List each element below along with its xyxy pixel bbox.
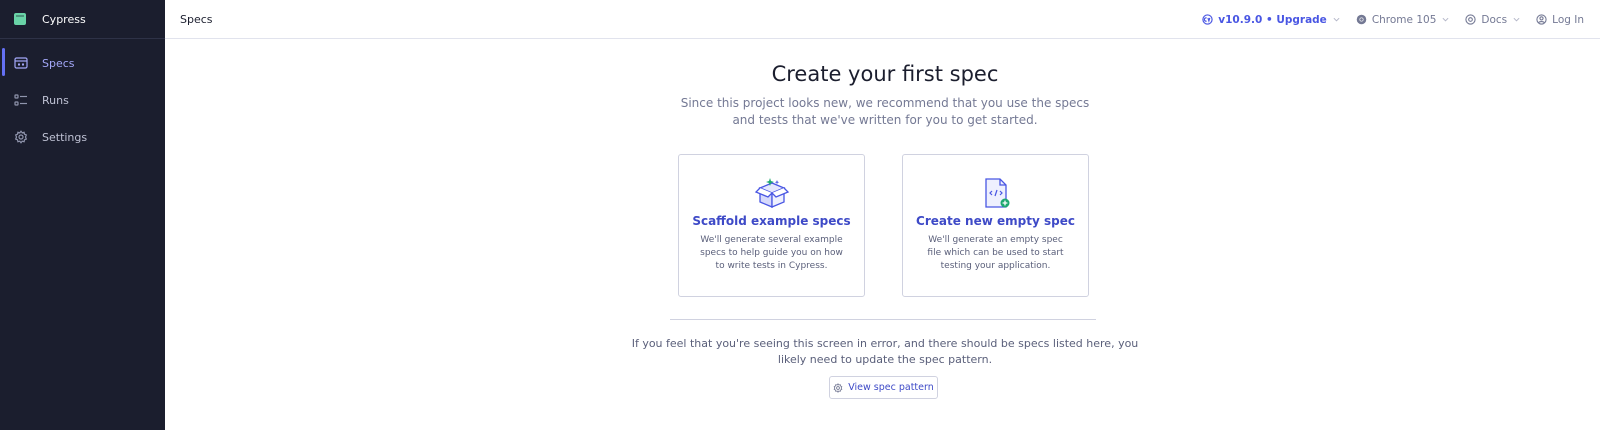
- card-description: We'll generate an empty spec file which …: [927, 235, 1064, 271]
- login-button[interactable]: Log In: [1536, 14, 1584, 26]
- chevron-down-icon: [1333, 17, 1340, 22]
- card-title: Create new empty spec: [916, 214, 1075, 228]
- card-title: Scaffold example specs: [692, 214, 851, 228]
- new-file-icon: [985, 178, 1010, 208]
- sidebar-item-label: Runs: [42, 93, 69, 107]
- sidebar-item-settings[interactable]: Settings: [0, 124, 165, 150]
- cypress-version-icon: [1202, 14, 1213, 25]
- spec-pattern-hint: If you feel that you're seeing this scre…: [631, 337, 1139, 366]
- sidebar-item-label: Settings: [42, 130, 88, 144]
- card-description: We'll generate several example specs to …: [700, 235, 843, 271]
- create-new-empty-spec-card[interactable]: Create new empty spec We'll generate an …: [902, 154, 1089, 297]
- box-icon: [754, 178, 790, 208]
- view-spec-pattern-label: View spec pattern: [848, 382, 934, 393]
- browser-select-button[interactable]: Chrome 105: [1356, 14, 1450, 26]
- docs-icon: [1465, 14, 1477, 25]
- sidebar-nav: Specs Runs Settings: [0, 39, 165, 150]
- browser-label: Chrome 105: [1371, 13, 1437, 26]
- runs-icon: [14, 93, 28, 107]
- sidebar-item-label: Specs: [42, 56, 75, 70]
- docs-button[interactable]: Docs: [1465, 14, 1520, 26]
- gear-icon: [14, 130, 28, 144]
- sidebar: Cypress Specs Runs Settings: [0, 0, 165, 430]
- version-upgrade-button[interactable]: v10.9.0 • Upgrade: [1202, 14, 1340, 26]
- sidebar-item-specs[interactable]: Specs: [0, 48, 165, 76]
- empty-state-subtitle: Since this project looks new, we recomme…: [680, 96, 1090, 127]
- view-spec-pattern-button[interactable]: View spec pattern: [829, 376, 938, 399]
- brand-name: Cypress: [42, 12, 86, 26]
- brand: Cypress: [0, 0, 165, 39]
- sidebar-item-runs[interactable]: Runs: [0, 87, 165, 113]
- divider: [670, 319, 1096, 320]
- empty-state-title: Create your first spec: [771, 62, 999, 86]
- page-title: Specs: [180, 12, 213, 26]
- header-actions: v10.9.0 • Upgrade Chrome 105 Docs Log In: [1202, 0, 1600, 39]
- specs-icon: [14, 56, 28, 70]
- docs-label: Docs: [1481, 13, 1508, 26]
- main-content: Create your first spec Since this projec…: [165, 40, 1600, 430]
- cypress-logo-icon: [14, 13, 26, 25]
- gear-icon: [833, 382, 843, 393]
- chrome-icon: [1356, 14, 1367, 25]
- login-label: Log In: [1552, 13, 1584, 26]
- top-header: Specs v10.9.0 • Upgrade Chrome 105 Docs …: [165, 0, 1600, 39]
- chevron-down-icon: [1513, 17, 1520, 22]
- version-label: v10.9.0 • Upgrade: [1218, 13, 1327, 26]
- intro: Create your first spec Since this projec…: [670, 40, 1100, 140]
- scaffold-example-specs-card[interactable]: Scaffold example specs We'll generate se…: [678, 154, 865, 297]
- chevron-down-icon: [1442, 17, 1449, 22]
- user-icon: [1536, 14, 1547, 25]
